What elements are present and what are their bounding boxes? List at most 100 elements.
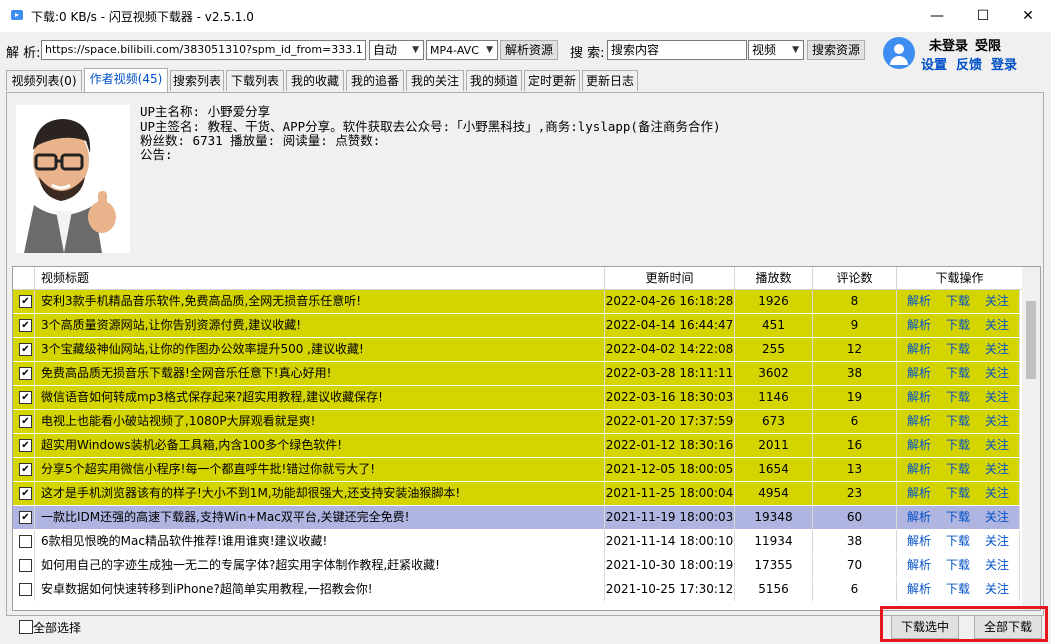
row-checkbox[interactable]: ✔ [19, 439, 32, 452]
vertical-scrollbar[interactable] [1022, 267, 1040, 610]
user-avatar-icon[interactable] [883, 37, 915, 69]
download-link[interactable]: 下载 [946, 458, 970, 481]
parse-link[interactable]: 解析 [907, 530, 931, 553]
download-link[interactable]: 下载 [946, 554, 970, 577]
table-row[interactable]: ✔ 安利3款手机精品音乐软件,免费高品质,全网无损音乐任意听! 2022-04-26… [13, 290, 1020, 314]
minimize-button[interactable]: — [914, 0, 960, 32]
search-type-select[interactable]: 视频 ▼ [748, 40, 804, 60]
tab-download-list[interactable]: 下载列表 [226, 70, 284, 91]
tab-video-list[interactable]: 视频列表(0) [6, 70, 82, 91]
download-link[interactable]: 下载 [946, 290, 970, 313]
row-checkbox[interactable]: ✔ [19, 415, 32, 428]
download-link[interactable]: 下载 [946, 410, 970, 433]
follow-link[interactable]: 关注 [985, 482, 1009, 505]
parse-link[interactable]: 解析 [907, 410, 931, 433]
row-checkbox[interactable]: ✔ [19, 487, 32, 500]
follow-link[interactable]: 关注 [985, 434, 1009, 457]
row-checkbox[interactable] [19, 535, 32, 548]
follow-link[interactable]: 关注 [985, 554, 1009, 577]
search-button[interactable]: 搜索资源 [807, 40, 865, 60]
follow-link[interactable]: 关注 [985, 290, 1009, 313]
follow-link[interactable]: 关注 [985, 458, 1009, 481]
row-actions: 解析 下载 关注 [897, 458, 1020, 481]
table-row[interactable]: ✔ 这才是手机浏览器该有的样子!大小不到1M,功能却很强大,还支持安装油猴脚本! 2… [13, 482, 1020, 506]
download-link[interactable]: 下载 [946, 482, 970, 505]
row-checkbox[interactable]: ✔ [19, 367, 32, 380]
row-checkbox[interactable]: ✔ [19, 295, 32, 308]
row-checkbox[interactable]: ✔ [19, 463, 32, 476]
download-link[interactable]: 下载 [946, 362, 970, 385]
table-row[interactable]: ✔ 电视上也能看小破站视频了,1080P大屏观看就是爽! 2022-01-20 17… [13, 410, 1020, 434]
scrollbar-thumb[interactable] [1026, 301, 1036, 379]
follow-link[interactable]: 关注 [985, 314, 1009, 337]
follow-link[interactable]: 关注 [985, 530, 1009, 553]
table-row[interactable]: 安卓数据如何快速转移到iPhone?超简单实用教程,一招教会你! 2021-10-… [13, 578, 1020, 602]
table-row[interactable]: ✔ 分享5个超实用微信小程序!每一个都直呼牛批!错过你就亏大了! 2021-12-0… [13, 458, 1020, 482]
row-checkbox[interactable]: ✔ [19, 319, 32, 332]
header-plays[interactable]: 播放数 [735, 267, 813, 289]
parse-link[interactable]: 解析 [907, 338, 931, 361]
row-checkbox[interactable] [19, 583, 32, 596]
download-link[interactable]: 下载 [946, 434, 970, 457]
table-row[interactable]: 如何用自己的字迹生成独一无二的专属字体?超实用字体制作教程,赶紧收藏! 2021-… [13, 554, 1020, 578]
tab-changelog[interactable]: 更新日志 [582, 70, 638, 91]
maximize-button[interactable]: ☐ [960, 0, 1006, 32]
download-link[interactable]: 下载 [946, 314, 970, 337]
parse-link[interactable]: 解析 [907, 458, 931, 481]
url-input[interactable]: https://space.bilibili.com/383051310?spm… [41, 40, 366, 60]
table-row[interactable]: ✔ 超实用Windows装机必备工具箱,内含100多个绿色软件! 2022-01-1… [13, 434, 1020, 458]
table-row[interactable]: ✔ 免费高品质无损音乐下载器!全网音乐任意下!真心好用! 2022-03-28 18… [13, 362, 1020, 386]
tab-author-videos[interactable]: 作者视频(45) [84, 68, 168, 92]
follow-link[interactable]: 关注 [985, 338, 1009, 361]
table-row[interactable]: ✔ 微信语音如何转成mp3格式保存起来?超实用教程,建议收藏保存! 2022-03-… [13, 386, 1020, 410]
parse-link[interactable]: 解析 [907, 578, 931, 601]
table-row[interactable]: ✔ 3个宝藏级神仙网站,让你的作图办公效率提升500 ,建议收藏! 2022-04-… [13, 338, 1020, 362]
format-select[interactable]: MP4-AVC ▼ [426, 40, 498, 60]
select-all-checkbox[interactable] [19, 620, 33, 634]
parse-link[interactable]: 解析 [907, 386, 931, 409]
follow-link[interactable]: 关注 [985, 362, 1009, 385]
header-title[interactable]: 视频标题 [35, 267, 605, 289]
download-link[interactable]: 下载 [946, 338, 970, 361]
close-button[interactable]: ✕ [1005, 0, 1051, 32]
row-time: 2022-03-16 18:30:03 [605, 386, 735, 409]
search-input[interactable]: 搜索内容 [607, 40, 747, 60]
download-link[interactable]: 下载 [946, 386, 970, 409]
feedback-link[interactable]: 反馈 [956, 54, 982, 73]
tab-following[interactable]: 我的关注 [406, 70, 464, 91]
settings-link[interactable]: 设置 [921, 54, 947, 73]
tab-channels[interactable]: 我的频道 [466, 70, 522, 91]
parse-link[interactable]: 解析 [907, 506, 931, 529]
parse-link[interactable]: 解析 [907, 290, 931, 313]
parse-button[interactable]: 解析资源 [500, 40, 558, 60]
parse-link[interactable]: 解析 [907, 362, 931, 385]
mode-select[interactable]: 自动 ▼ [369, 40, 424, 60]
header-time[interactable]: 更新时间 [605, 267, 735, 289]
follow-link[interactable]: 关注 [985, 410, 1009, 433]
follow-link[interactable]: 关注 [985, 386, 1009, 409]
table-row[interactable]: 6款相见恨晚的Mac精品软件推荐!谁用谁爽!建议收藏! 2021-11-14 18… [13, 530, 1020, 554]
row-time: 2021-11-25 18:00:04 [605, 482, 735, 505]
tab-search-list[interactable]: 搜索列表 [170, 70, 224, 91]
row-checkbox[interactable]: ✔ [19, 391, 32, 404]
table-row[interactable]: ✔ 一款比IDM还强的高速下载器,支持Win+Mac双平台,关键还完全免费! 202… [13, 506, 1020, 530]
download-link[interactable]: 下载 [946, 578, 970, 601]
login-link[interactable]: 登录 [991, 54, 1017, 73]
tab-favorites[interactable]: 我的收藏 [286, 70, 344, 91]
header-comments[interactable]: 评论数 [813, 267, 897, 289]
follow-link[interactable]: 关注 [985, 578, 1009, 601]
parse-link[interactable]: 解析 [907, 314, 931, 337]
row-checkbox[interactable] [19, 559, 32, 572]
row-checkbox[interactable]: ✔ [19, 511, 32, 524]
download-link[interactable]: 下载 [946, 506, 970, 529]
table-row[interactable]: ✔ 3个高质量资源网站,让你告别资源付费,建议收藏! 2022-04-14 16:4… [13, 314, 1020, 338]
tab-scheduled-update[interactable]: 定时更新 [524, 70, 580, 91]
row-checkbox[interactable]: ✔ [19, 343, 32, 356]
parse-link[interactable]: 解析 [907, 482, 931, 505]
download-link[interactable]: 下载 [946, 530, 970, 553]
parse-link[interactable]: 解析 [907, 434, 931, 457]
parse-link[interactable]: 解析 [907, 554, 931, 577]
tab-bangumi[interactable]: 我的追番 [346, 70, 404, 91]
follow-link[interactable]: 关注 [985, 506, 1009, 529]
header-check [13, 267, 35, 289]
